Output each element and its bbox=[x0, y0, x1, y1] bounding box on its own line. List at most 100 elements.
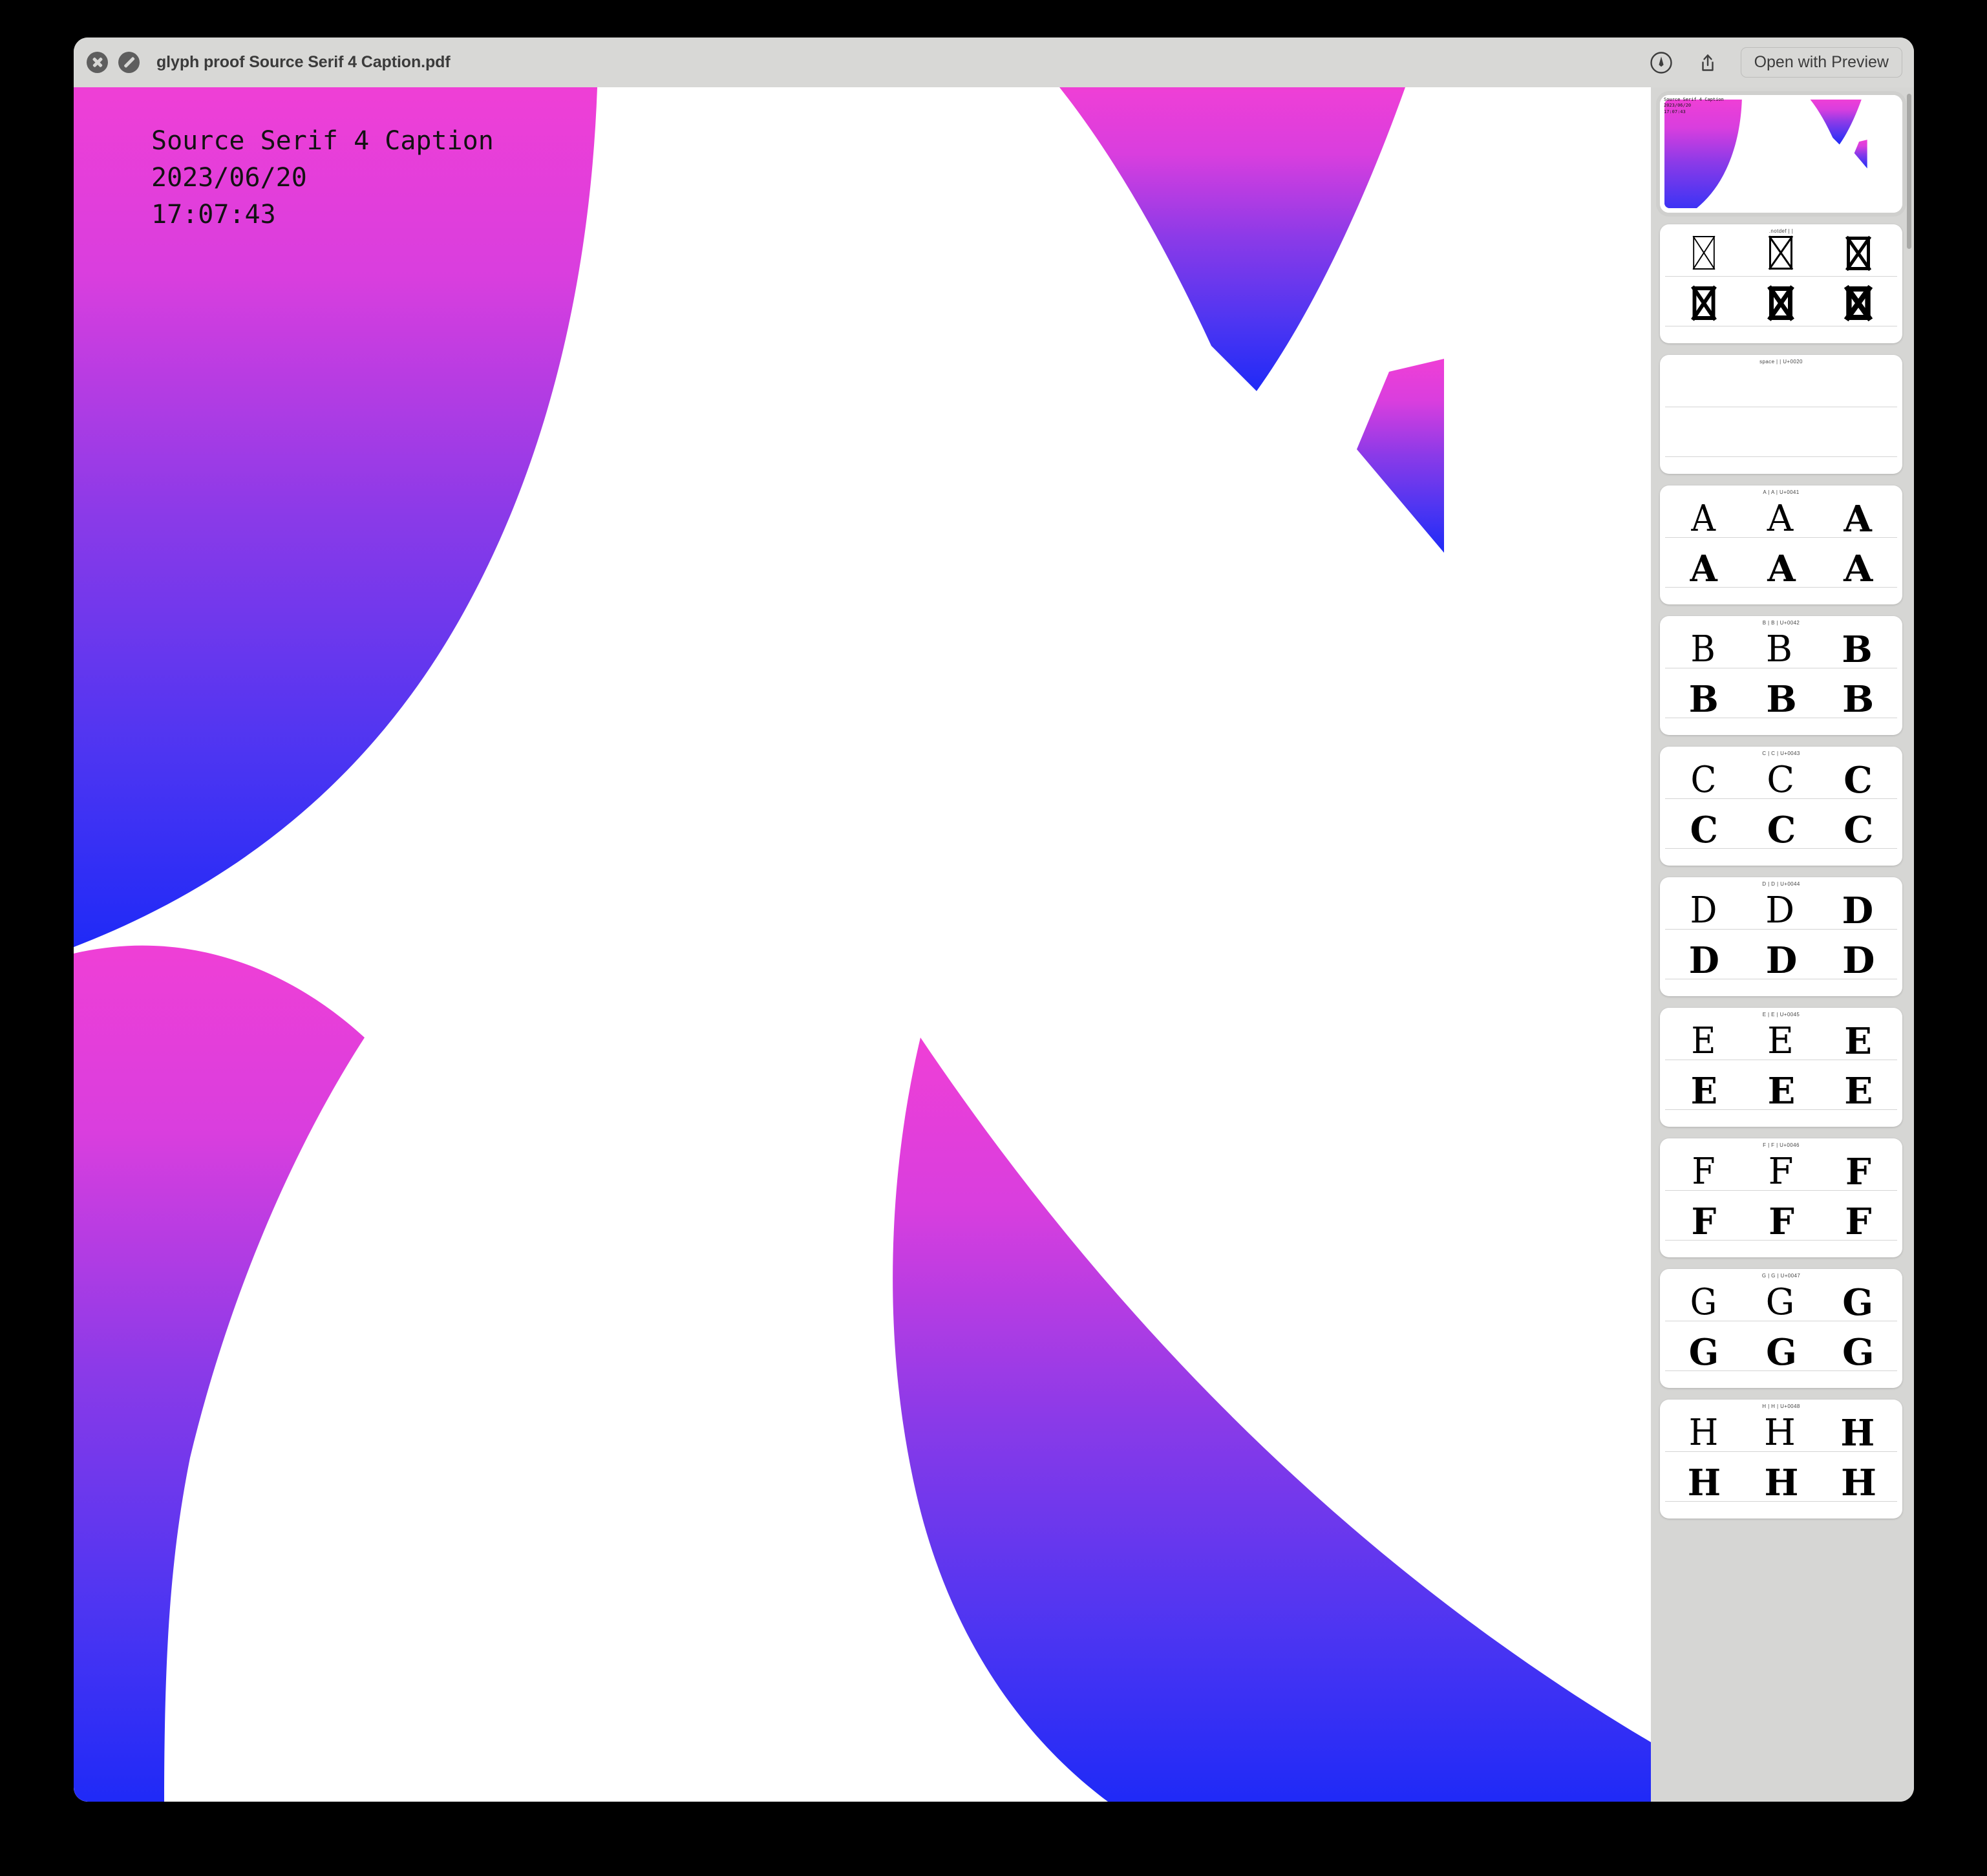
glyph-specimen: G bbox=[1842, 1331, 1875, 1374]
thumbnail-space-page[interactable]: space | | U+0020 bbox=[1660, 355, 1902, 474]
glyph-specimen: D bbox=[1842, 939, 1875, 982]
notdef-glyph-box bbox=[1692, 235, 1716, 270]
glyph-weight-row: CCC bbox=[1665, 811, 1897, 848]
cover-caption-text: Source Serif 4 Caption 2023/06/20 17:07:… bbox=[151, 126, 494, 229]
glyph-specimen: D bbox=[1765, 939, 1798, 982]
window-titlebar: glyph proof Source Serif 4 Caption.pdf O… bbox=[74, 37, 1914, 87]
glyph-specimen: G bbox=[1688, 1331, 1719, 1374]
open-with-preview-button[interactable]: Open with Preview bbox=[1740, 47, 1902, 78]
glyph-specimen: F bbox=[1845, 1151, 1871, 1193]
glyph-specimen: C bbox=[1690, 809, 1718, 851]
thumbnail-glyph-page-D[interactable]: D | D | U+0044 D D D D D D bbox=[1660, 877, 1902, 996]
glyph-page-header: B | B | U+0042 bbox=[1762, 620, 1800, 626]
glyph-specimen: G bbox=[1766, 1331, 1797, 1374]
thumbnail-glyph-page-G[interactable]: G | G | U+0047 G G G G G G bbox=[1660, 1269, 1902, 1388]
glyph-specimen: A bbox=[1767, 548, 1795, 590]
thumbnail-glyph-page-B[interactable]: B | B | U+0042 B B B B B B bbox=[1660, 616, 1902, 735]
glyph-weight-row: HHH bbox=[1665, 1464, 1897, 1501]
sidebar-scrollbar[interactable] bbox=[1907, 94, 1911, 249]
glyph-specimen: E bbox=[1844, 1020, 1872, 1063]
thumbnail-glyph-page-E[interactable]: E | E | U+0045 E E E E E E bbox=[1660, 1008, 1902, 1127]
cover-gradient-artwork bbox=[74, 87, 1651, 1802]
notdef-glyph-box bbox=[1844, 284, 1873, 322]
glyph-specimen: E bbox=[1767, 1020, 1794, 1062]
thumbnail-gradient-artwork bbox=[1664, 100, 1867, 208]
thumbnail-cover-page[interactable]: Source Serif 4 Caption 2023/06/20 17:07:… bbox=[1660, 95, 1902, 213]
glyph-page-header: E | E | U+0045 bbox=[1762, 1012, 1800, 1018]
glyph-specimen: H bbox=[1688, 1412, 1718, 1454]
glyph-specimen: C bbox=[1690, 759, 1717, 801]
glyph-weight-row: AAA bbox=[1665, 498, 1897, 540]
glyph-specimen: H bbox=[1764, 1412, 1796, 1454]
close-icon[interactable] bbox=[87, 52, 108, 73]
glyph-weight-row: FFF bbox=[1665, 1202, 1897, 1240]
glyph-specimen: A bbox=[1844, 498, 1872, 540]
glyph-weight-row bbox=[1665, 284, 1897, 326]
thumbnail-glyph-page-F[interactable]: F | F | U+0046 F F F F F F bbox=[1660, 1138, 1902, 1257]
glyph-specimen: A bbox=[1691, 498, 1716, 540]
block-icon[interactable] bbox=[118, 52, 140, 73]
pdf-preview-page[interactable]: Source Serif 4 Caption 2023/06/20 17:07:… bbox=[74, 87, 1651, 1802]
markup-pen-icon[interactable] bbox=[1648, 49, 1675, 76]
glyph-specimen: D bbox=[1765, 890, 1795, 932]
thumbnail-cover-art bbox=[1664, 100, 1898, 208]
glyph-weight-row: EEE bbox=[1665, 1021, 1897, 1060]
glyph-weight-row: DDD bbox=[1665, 941, 1897, 979]
glyph-specimen: B bbox=[1842, 678, 1875, 721]
glyph-specimen: B bbox=[1765, 628, 1792, 670]
glyph-weight-row: FFF bbox=[1665, 1151, 1897, 1193]
glyph-specimen: B bbox=[1766, 678, 1796, 721]
glyph-specimen: A bbox=[1844, 548, 1873, 590]
glyph-page-header: F | F | U+0046 bbox=[1763, 1142, 1800, 1148]
notdef-glyph-box bbox=[1767, 285, 1795, 321]
thumbnail-glyph-page-A[interactable]: A | A | U+0041 A A A A A A bbox=[1660, 485, 1902, 604]
glyph-specimen-grid: DDDDDD bbox=[1665, 888, 1897, 986]
glyph-specimen: C bbox=[1767, 809, 1796, 851]
glyph-specimen: E bbox=[1844, 1070, 1873, 1113]
glyph-weight-row bbox=[1665, 368, 1897, 407]
thumbnail-notdef-page[interactable]: .notdef | | bbox=[1660, 224, 1902, 343]
glyph-specimen: E bbox=[1690, 1070, 1717, 1113]
glyph-specimen: F bbox=[1768, 1151, 1794, 1193]
glyph-specimen: G bbox=[1765, 1281, 1795, 1323]
glyph-specimen: C bbox=[1767, 759, 1795, 801]
notdef-glyph-box bbox=[1845, 235, 1872, 272]
thumbnail-sidebar[interactable]: Source Serif 4 Caption 2023/06/20 17:07:… bbox=[1651, 87, 1914, 1802]
glyph-weight-row: GGG bbox=[1665, 1333, 1897, 1370]
thumbnail-glyph-page-C[interactable]: C | C | U+0043 C C C C C C bbox=[1660, 747, 1902, 866]
glyph-specimen: E bbox=[1691, 1020, 1716, 1062]
window-title: glyph proof Source Serif 4 Caption.pdf bbox=[156, 53, 451, 71]
glyph-weight-row bbox=[1665, 419, 1897, 456]
glyph-specimen-grid: EEEEEE bbox=[1665, 1019, 1897, 1117]
glyph-specimen bbox=[1767, 285, 1795, 326]
thumbnail-caption-text: Source Serif 4 Caption 2023/06/20 17:07:… bbox=[1664, 97, 1724, 114]
notdef-glyph-box bbox=[1769, 235, 1794, 270]
glyph-weight-row: BBB bbox=[1665, 630, 1897, 668]
glyph-page-header: H | H | U+0048 bbox=[1762, 1403, 1800, 1409]
glyph-specimen: A bbox=[1690, 548, 1718, 590]
thumbnail-list: Source Serif 4 Caption 2023/06/20 17:07:… bbox=[1660, 95, 1902, 1519]
glyph-specimen: D bbox=[1688, 939, 1719, 982]
share-icon[interactable] bbox=[1694, 49, 1721, 76]
glyph-specimen bbox=[1844, 284, 1873, 326]
glyph-specimen-grid: AAAAAA bbox=[1665, 496, 1897, 595]
glyph-specimen-grid: FFFFFF bbox=[1665, 1149, 1897, 1248]
glyph-weight-row: GGG bbox=[1665, 1283, 1897, 1321]
glyph-specimen bbox=[1769, 235, 1794, 276]
glyph-weight-row: AAA bbox=[1665, 549, 1897, 587]
thumbnail-glyph-page-H[interactable]: H | H | U+0048 H H H H H H bbox=[1660, 1400, 1902, 1519]
baseline-guide bbox=[1665, 276, 1897, 277]
glyph-specimen: F bbox=[1845, 1200, 1872, 1243]
glyph-specimen: D bbox=[1690, 890, 1717, 932]
glyph-weight-row: DDD bbox=[1665, 890, 1897, 932]
notdef-glyph-box bbox=[1690, 285, 1717, 321]
window-controls bbox=[87, 52, 140, 73]
glyph-weight-row: BBB bbox=[1665, 680, 1897, 718]
glyph-weight-row: EEE bbox=[1665, 1072, 1897, 1109]
glyph-page-header: D | D | U+0044 bbox=[1762, 881, 1800, 887]
glyph-specimen-grid: BBBBBB bbox=[1665, 627, 1897, 725]
glyph-specimen: G bbox=[1842, 1281, 1874, 1324]
glyph-specimen: F bbox=[1691, 1200, 1717, 1243]
glyph-specimen: C bbox=[1843, 809, 1874, 851]
window-body: Source Serif 4 Caption 2023/06/20 17:07:… bbox=[74, 87, 1914, 1802]
